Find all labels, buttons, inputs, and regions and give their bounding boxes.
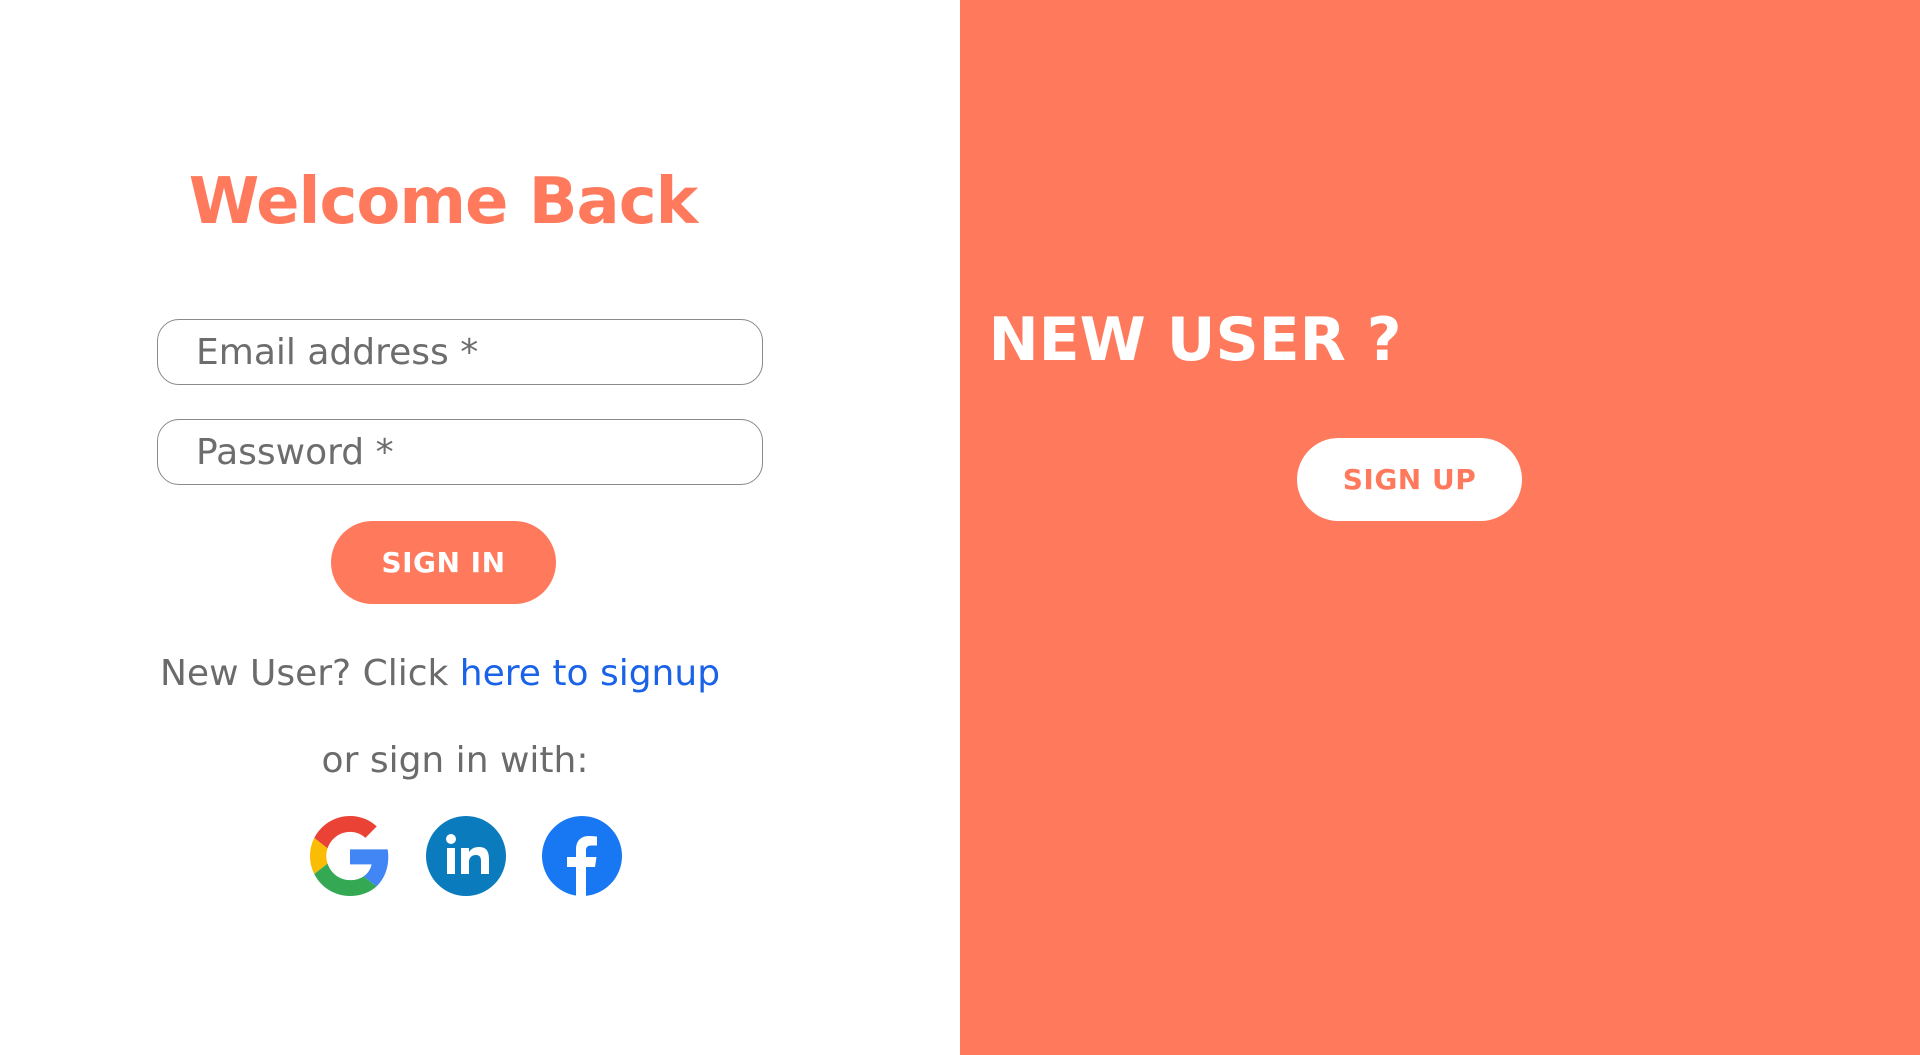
social-signin-label: or sign in with: [321,740,589,781]
signup-link[interactable]: here to signup [460,653,720,694]
social-login-buttons [310,815,658,897]
sign-up-button[interactable]: SIGN UP [1297,438,1522,521]
signup-prompt-text: New User? Click [160,653,460,694]
facebook-icon[interactable] [542,816,622,896]
sign-in-button[interactable]: SIGN IN [331,521,556,604]
page-title: Welcome Back [188,165,698,239]
login-page: Welcome Back SIGN IN New User? Click her… [0,0,1920,1055]
password-field[interactable] [157,419,763,485]
google-icon[interactable] [310,816,390,896]
signup-panel: NEW USER ? SIGN UP [960,0,1920,1055]
signup-prompt: New User? Click here to signup [160,653,720,694]
new-user-heading: NEW USER ? [988,305,1402,375]
linkedin-icon[interactable] [426,816,506,896]
login-panel: Welcome Back SIGN IN New User? Click her… [0,0,960,1055]
